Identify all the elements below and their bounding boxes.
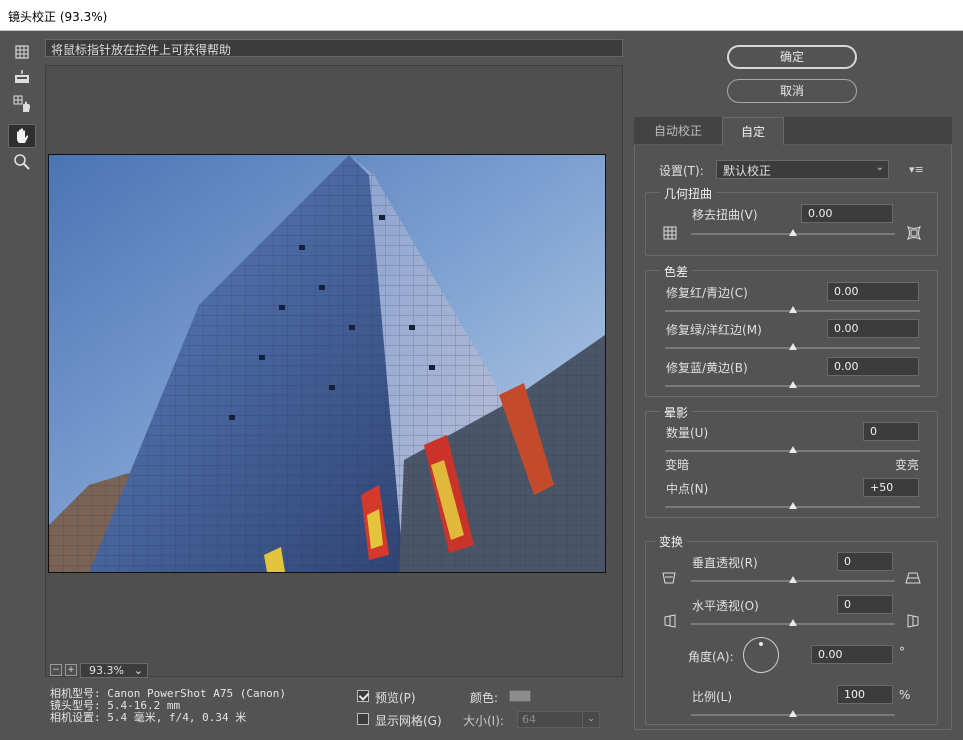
chevron-down-icon: ⌄ (133, 663, 143, 677)
size-label: 大小(I): (463, 714, 504, 728)
vignette-midpoint-slider-thumb[interactable] (789, 502, 797, 509)
hand-tool-icon[interactable] (8, 124, 36, 148)
angle-label: 角度(A): (688, 650, 734, 664)
remove-distortion-input[interactable]: 0.00 (801, 204, 893, 223)
straighten-tool-icon[interactable] (8, 66, 36, 90)
angle-dial-indicator (759, 642, 763, 646)
horizontal-perspective-label: 水平透视(O) (692, 599, 759, 613)
color-label: 颜色: (470, 691, 499, 705)
horizontal-perspective-input[interactable]: 0 (837, 595, 893, 614)
title-bar: 镜头校正 (93.3%) (0, 0, 963, 31)
chevron-down-icon: ⌄ (582, 712, 599, 727)
green-magenta-slider-thumb[interactable] (789, 343, 797, 350)
transform-title: 变换 (655, 533, 688, 550)
chromatic-aberration-title: 色差 (660, 263, 693, 280)
blue-yellow-input[interactable]: 0.00 (827, 357, 919, 376)
settings-label: 设置(T): (659, 164, 704, 178)
angle-unit: ° (899, 645, 905, 659)
green-magenta-label: 修复绿/洋红边(M) (666, 323, 762, 337)
horizontal-perspective-slider-thumb[interactable] (789, 619, 797, 626)
move-grid-tool-icon[interactable] (8, 92, 36, 116)
vertical-perspective-label: 垂直透视(R) (692, 556, 758, 570)
vignette-amount-input[interactable]: 0 (863, 422, 919, 441)
zoom-level-select[interactable]: 93.3% ⌄ (80, 662, 148, 678)
angle-dial[interactable] (743, 637, 779, 673)
show-grid-label: 显示网格(G) (375, 714, 442, 728)
preview-checkbox[interactable] (357, 690, 369, 702)
window-title: 镜头校正 (93.3%) (8, 10, 108, 24)
cancel-button[interactable]: 取消 (727, 79, 857, 103)
preview-image[interactable] (48, 154, 606, 573)
settings-value: 默认校正 (723, 164, 772, 178)
vignette-title: 晕影 (660, 404, 693, 421)
tab-auto-correction[interactable]: 自动校正 (634, 117, 722, 145)
grid-size-select[interactable]: 64 ⌄ (517, 711, 600, 728)
horizontal-perspective-right-icon (907, 614, 921, 630)
tab-bar: 自动校正 自定 (634, 117, 952, 145)
vignette-midpoint-label: 中点(N) (666, 482, 709, 496)
vignette-midpoint-input[interactable]: +50 (863, 478, 919, 497)
blue-yellow-label: 修复蓝/黄边(B) (666, 361, 748, 375)
chevron-down-icon: ⌄ (875, 162, 884, 173)
zoom-tool-icon[interactable] (8, 150, 36, 174)
geometric-distortion-title: 几何扭曲 (660, 185, 717, 202)
show-grid-checkbox[interactable] (357, 713, 369, 725)
vertical-perspective-input[interactable]: 0 (837, 552, 893, 571)
darken-label: 变暗 (665, 458, 690, 472)
preview-area[interactable]: − + 93.3% ⌄ (45, 65, 623, 678)
ok-button[interactable]: 确定 (727, 45, 857, 69)
zoom-out-icon[interactable]: − (50, 664, 62, 676)
tab-custom[interactable]: 自定 (722, 117, 784, 145)
scale-label: 比例(L) (692, 690, 733, 704)
vertical-perspective-left-icon (662, 572, 676, 586)
red-cyan-input[interactable]: 0.00 (827, 282, 919, 301)
vertical-perspective-right-icon (905, 572, 921, 586)
settings-select[interactable]: 默认校正 ⌄ (716, 160, 889, 179)
zoom-level-value: 93.3% (89, 663, 124, 677)
angle-input[interactable]: 0.00 (811, 645, 893, 664)
zoom-controls: − + 93.3% ⌄ (50, 662, 148, 678)
grid-color-swatch[interactable] (509, 690, 531, 702)
remove-distortion-tool-icon[interactable] (8, 40, 36, 64)
scale-unit: % (899, 688, 911, 702)
red-cyan-slider-thumb[interactable] (789, 306, 797, 313)
scale-input[interactable]: 100 (837, 685, 893, 704)
lighten-label: 变亮 (895, 458, 920, 472)
transform-group (645, 541, 938, 725)
barrel-icon (906, 225, 922, 242)
grid-size-value: 64 (522, 713, 536, 726)
camera-info: 相机型号: Canon PowerShot A75 (Canon) 镜头型号: … (50, 688, 286, 724)
preview-label: 预览(P) (375, 691, 416, 705)
help-hint-bar: 将鼠标指针放在控件上可获得帮助 (45, 39, 623, 57)
pincushion-icon (663, 226, 677, 242)
camera-settings: 相机设置: 5.4 毫米, f/4, 0.34 米 (50, 711, 247, 724)
vignette-amount-label: 数量(U) (666, 426, 709, 440)
zoom-in-icon[interactable]: + (65, 664, 77, 676)
vertical-perspective-slider-thumb[interactable] (789, 576, 797, 583)
horizontal-perspective-left-icon (662, 614, 676, 630)
vignette-amount-slider-thumb[interactable] (789, 446, 797, 453)
settings-menu-icon[interactable]: ▾≡ (909, 164, 924, 176)
scale-slider-thumb[interactable] (789, 710, 797, 717)
red-cyan-label: 修复红/青边(C) (666, 286, 748, 300)
green-magenta-input[interactable]: 0.00 (827, 319, 919, 338)
blue-yellow-slider-thumb[interactable] (789, 381, 797, 388)
remove-distortion-slider-thumb[interactable] (789, 229, 797, 236)
remove-distortion-label: 移去扭曲(V) (692, 208, 758, 222)
